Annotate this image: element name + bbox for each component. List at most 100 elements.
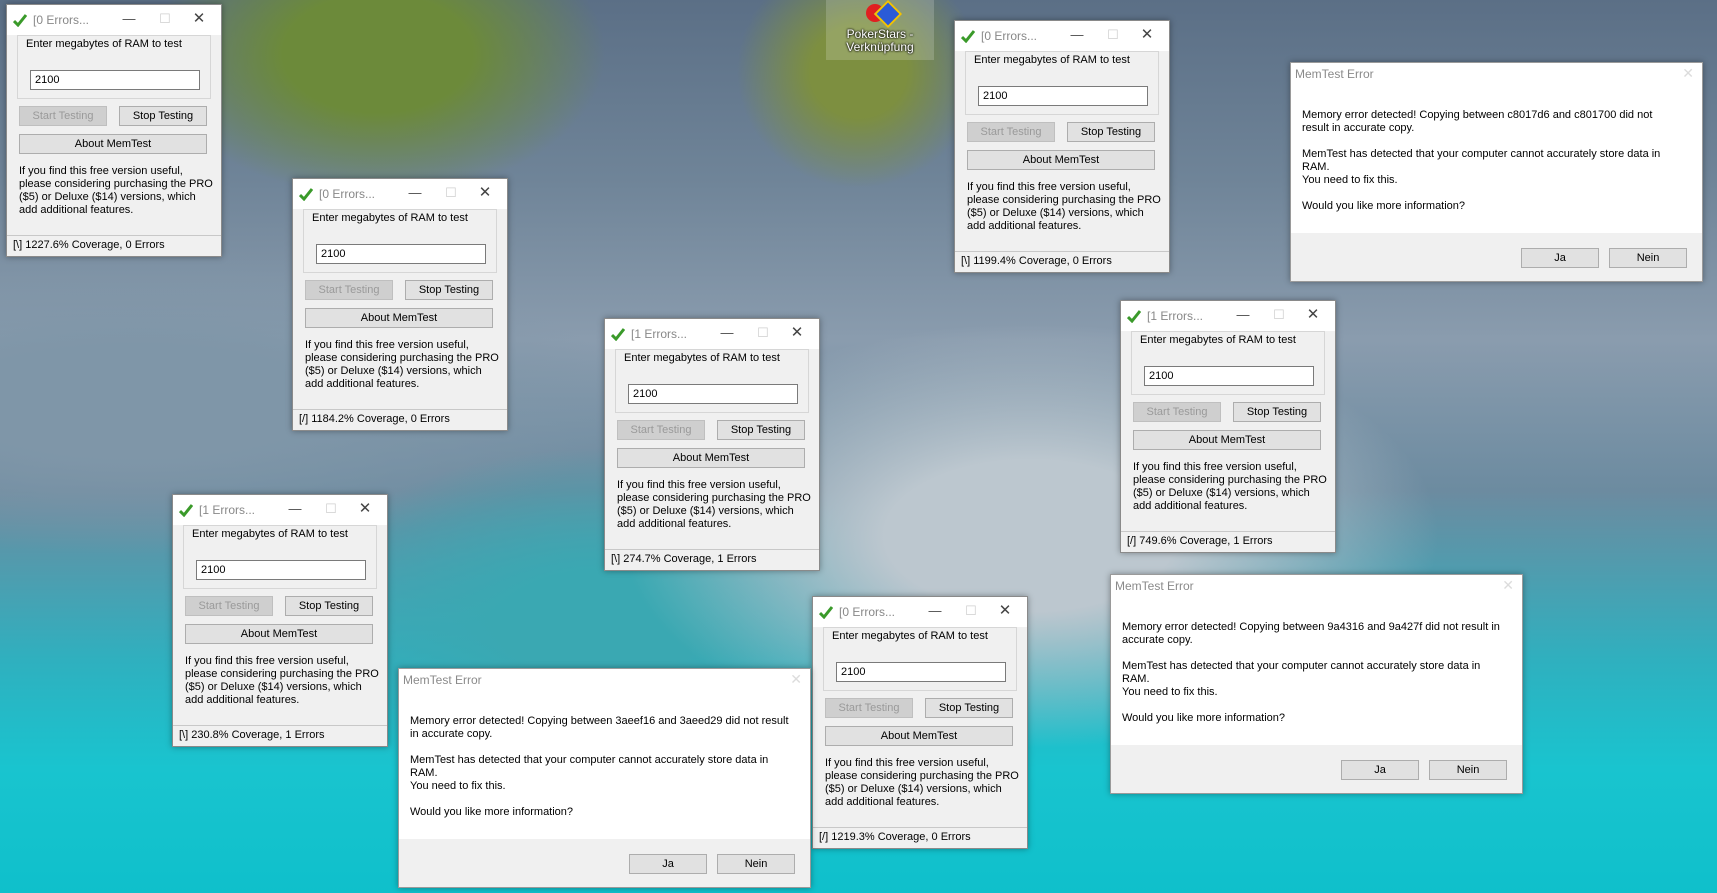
maximize-icon[interactable]: ☐: [1269, 306, 1289, 324]
status-bar: [/] 1219.3% Coverage, 0 Errors: [813, 827, 1027, 848]
memtest-window-6: [1 Errors... — ☐ ✕ Enter megabytes of RA…: [1120, 300, 1336, 553]
close-icon[interactable]: ✕: [1303, 306, 1323, 324]
title-bar[interactable]: [0 Errors... — ☐ ✕: [7, 5, 221, 35]
start-testing-button[interactable]: Start Testing: [617, 420, 705, 440]
memtest-app-icon: [299, 188, 313, 201]
window-title: [1 Errors...: [1147, 309, 1204, 323]
start-testing-button[interactable]: Start Testing: [305, 280, 393, 300]
title-bar[interactable]: [1 Errors... — ☐ ✕: [173, 495, 387, 525]
close-icon[interactable]: ✕: [790, 671, 802, 688]
pokerstars-shortcut-label: PokerStars - Verknüpfung: [846, 27, 914, 54]
minimize-icon[interactable]: —: [405, 184, 425, 202]
about-memtest-button[interactable]: About MemTest: [305, 308, 493, 328]
ram-prompt-label: Enter megabytes of RAM to test: [24, 38, 184, 50]
error-message: Memory error detected! Copying between c…: [1302, 109, 1682, 226]
title-bar[interactable]: [0 Errors... — ☐ ✕: [813, 597, 1027, 627]
stop-testing-button[interactable]: Stop Testing: [925, 698, 1013, 718]
start-testing-button[interactable]: Start Testing: [1133, 402, 1221, 422]
stop-testing-button[interactable]: Stop Testing: [405, 280, 493, 300]
start-testing-button[interactable]: Start Testing: [967, 122, 1055, 142]
stop-testing-button[interactable]: Stop Testing: [717, 420, 805, 440]
stop-testing-button[interactable]: Stop Testing: [119, 106, 207, 126]
memtest-error-dialog-2: MemTest Error ✕ Memory error detected! C…: [1110, 574, 1523, 794]
close-icon[interactable]: ✕: [1137, 26, 1157, 44]
memtest-app-icon: [13, 14, 27, 27]
error-message: Memory error detected! Copying between 3…: [410, 715, 790, 832]
minimize-icon[interactable]: —: [285, 500, 305, 518]
error-line-detected: MemTest has detected that your computer …: [410, 754, 769, 792]
ram-group: Enter megabytes of RAM to test: [183, 525, 377, 589]
start-testing-button[interactable]: Start Testing: [19, 106, 107, 126]
minimize-icon[interactable]: —: [1233, 306, 1253, 324]
close-icon[interactable]: ✕: [1682, 65, 1694, 82]
yes-button[interactable]: Ja: [1341, 760, 1419, 780]
no-button[interactable]: Nein: [1609, 248, 1687, 268]
minimize-icon[interactable]: —: [717, 324, 737, 342]
memtest-error-dialog-3: MemTest Error ✕ Memory error detected! C…: [398, 668, 811, 888]
ram-group: Enter megabytes of RAM to test: [615, 349, 809, 413]
maximize-icon[interactable]: ☐: [961, 602, 981, 620]
window-title: [1 Errors...: [631, 327, 688, 341]
maximize-icon[interactable]: ☐: [321, 500, 341, 518]
ram-megabytes-input[interactable]: [316, 244, 486, 264]
upgrade-info-text: If you find this free version useful, pl…: [967, 181, 1161, 232]
ram-megabytes-input[interactable]: [836, 662, 1006, 682]
stop-testing-button[interactable]: Stop Testing: [1067, 122, 1155, 142]
memtest-app-icon: [1127, 310, 1141, 323]
title-bar[interactable]: [0 Errors... — ☐ ✕: [293, 179, 507, 209]
memtest-app-icon: [179, 504, 193, 517]
stop-testing-button[interactable]: Stop Testing: [285, 596, 373, 616]
minimize-icon[interactable]: —: [925, 602, 945, 620]
error-line-copy: Memory error detected! Copying between c…: [1302, 109, 1653, 134]
close-icon[interactable]: ✕: [1502, 577, 1514, 594]
ram-megabytes-input[interactable]: [30, 70, 200, 90]
window-title: [0 Errors...: [981, 29, 1038, 43]
maximize-icon[interactable]: ☐: [753, 324, 773, 342]
title-bar[interactable]: [0 Errors... — ☐ ✕: [955, 21, 1169, 51]
maximize-icon[interactable]: ☐: [1103, 26, 1123, 44]
close-icon[interactable]: ✕: [995, 602, 1015, 620]
about-memtest-button[interactable]: About MemTest: [19, 134, 207, 154]
memtest-window-1: [0 Errors... — ☐ ✕ Enter megabytes of RA…: [6, 4, 222, 257]
about-memtest-button[interactable]: About MemTest: [617, 448, 805, 468]
about-memtest-button[interactable]: About MemTest: [1133, 430, 1321, 450]
yes-button[interactable]: Ja: [629, 854, 707, 874]
pokerstars-shortcut[interactable]: PokerStars - Verknüpfung: [826, 0, 934, 60]
memtest-window-3: [1 Errors... — ☐ ✕ Enter megabytes of RA…: [172, 494, 388, 747]
error-dialog-title: MemTest Error: [1115, 579, 1194, 593]
ram-prompt-label: Enter megabytes of RAM to test: [622, 352, 782, 364]
error-line-copy: Memory error detected! Copying between 9…: [1122, 621, 1500, 646]
close-icon[interactable]: ✕: [189, 10, 209, 28]
title-bar[interactable]: [1 Errors... — ☐ ✕: [1121, 301, 1335, 331]
ram-prompt-label: Enter megabytes of RAM to test: [830, 630, 990, 642]
ram-prompt-label: Enter megabytes of RAM to test: [310, 212, 470, 224]
yes-button[interactable]: Ja: [1521, 248, 1599, 268]
about-memtest-button[interactable]: About MemTest: [185, 624, 373, 644]
maximize-icon[interactable]: ☐: [155, 10, 175, 28]
status-bar: [\] 230.8% Coverage, 1 Errors: [173, 725, 387, 746]
ram-megabytes-input[interactable]: [978, 86, 1148, 106]
ram-megabytes-input[interactable]: [1144, 366, 1314, 386]
memtest-window-4: [1 Errors... — ☐ ✕ Enter megabytes of RA…: [604, 318, 820, 571]
title-bar[interactable]: [1 Errors... — ☐ ✕: [605, 319, 819, 349]
close-icon[interactable]: ✕: [787, 324, 807, 342]
error-line-question: Would you like more information?: [1302, 200, 1466, 212]
no-button[interactable]: Nein: [717, 854, 795, 874]
about-memtest-button[interactable]: About MemTest: [825, 726, 1013, 746]
upgrade-info-text: If you find this free version useful, pl…: [617, 479, 811, 530]
close-icon[interactable]: ✕: [355, 500, 375, 518]
minimize-icon[interactable]: —: [119, 10, 139, 28]
close-icon[interactable]: ✕: [475, 184, 495, 202]
minimize-icon[interactable]: —: [1067, 26, 1087, 44]
status-bar: [/] 749.6% Coverage, 1 Errors: [1121, 531, 1335, 552]
start-testing-button[interactable]: Start Testing: [825, 698, 913, 718]
stop-testing-button[interactable]: Stop Testing: [1233, 402, 1321, 422]
maximize-icon[interactable]: ☐: [441, 184, 461, 202]
about-memtest-button[interactable]: About MemTest: [967, 150, 1155, 170]
ram-megabytes-input[interactable]: [196, 560, 366, 580]
ram-megabytes-input[interactable]: [628, 384, 798, 404]
start-testing-button[interactable]: Start Testing: [185, 596, 273, 616]
memtest-app-icon: [611, 328, 625, 341]
dialog-footer: Ja Nein: [1291, 233, 1702, 281]
no-button[interactable]: Nein: [1429, 760, 1507, 780]
